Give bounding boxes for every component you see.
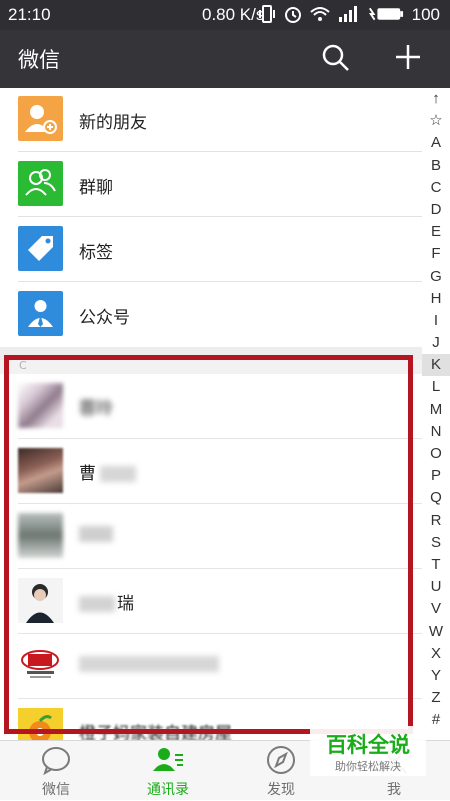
- index-letter[interactable]: B: [422, 155, 450, 177]
- status-bar: 21:10 0.80 K/s 100: [0, 0, 450, 30]
- contact-row[interactable]: 曹: [0, 439, 422, 504]
- chat-icon: [42, 747, 70, 775]
- contact-name: 橙子妈家装自建房屋: [79, 724, 232, 740]
- battery-icon: [368, 7, 404, 21]
- vibrate-icon: [259, 5, 275, 23]
- index-letter[interactable]: A: [422, 132, 450, 154]
- status-icons: [258, 4, 404, 24]
- alphabet-index-bar[interactable]: ↑ ☆ A B C D E F G H I J K L M N O P Q R S T U V W X Y Z #: [422, 88, 450, 740]
- index-letter[interactable]: F: [422, 243, 450, 265]
- new-friends-label: 新的朋友: [79, 113, 147, 133]
- contact-name: [79, 524, 113, 544]
- contact-name: 曹: [79, 459, 136, 484]
- contacts-icon: [153, 748, 183, 771]
- avatar: [18, 513, 63, 558]
- watermark-logo: 百科全说 助你轻松解决: [310, 726, 426, 776]
- status-time: 21:10: [8, 5, 51, 24]
- divider: [18, 151, 422, 152]
- tab-label: 发现: [267, 782, 295, 798]
- contact-name: [79, 654, 219, 674]
- add-icon[interactable]: [392, 41, 424, 73]
- index-letter[interactable]: #: [422, 709, 450, 731]
- section-header: C: [0, 360, 422, 374]
- index-letter[interactable]: V: [422, 598, 450, 620]
- index-letter[interactable]: K: [422, 354, 450, 377]
- index-letter[interactable]: X: [422, 643, 450, 665]
- index-letter[interactable]: E: [422, 221, 450, 243]
- index-letter[interactable]: R: [422, 510, 450, 532]
- index-letter[interactable]: O: [422, 443, 450, 465]
- contact-row[interactable]: [0, 504, 422, 569]
- tab-contacts[interactable]: 通讯录: [112, 741, 224, 801]
- avatar: [18, 383, 63, 428]
- battery-level: 100: [411, 5, 440, 24]
- compass-icon: [267, 746, 295, 774]
- net-speed: 0.80 K/s: [202, 5, 265, 24]
- app-bar: 微信: [0, 30, 450, 88]
- contact-name: 蓉玲: [79, 399, 113, 419]
- group-chats-label: 群聊: [79, 178, 113, 198]
- official-account-icon: [18, 291, 63, 336]
- avatar: [18, 448, 63, 493]
- wifi-icon: [310, 7, 330, 21]
- signal-icon: [339, 6, 357, 22]
- index-letter[interactable]: J: [422, 332, 450, 354]
- watermark-subtitle: 助你轻松解决: [335, 760, 401, 773]
- watermark-title: 百科全说: [326, 733, 410, 757]
- index-letter[interactable]: U: [422, 576, 450, 598]
- contact-row[interactable]: 蓉玲: [0, 374, 422, 439]
- tab-label: 我: [387, 782, 401, 798]
- index-letter[interactable]: T: [422, 554, 450, 576]
- tags-item[interactable]: 标签: [0, 218, 422, 282]
- add-person-icon: [18, 96, 63, 141]
- index-letter[interactable]: N: [422, 421, 450, 443]
- avatar: [18, 708, 63, 740]
- contacts-list: 新的朋友 群聊 标签 公众号 C 蓉玲 曹 瑞 橙子妈家装自建房屋: [0, 88, 422, 740]
- index-letter[interactable]: D: [422, 199, 450, 221]
- index-letter[interactable]: I: [422, 310, 450, 332]
- contact-row[interactable]: [0, 634, 422, 699]
- divider: [18, 216, 422, 217]
- index-letter[interactable]: ↑: [422, 88, 450, 110]
- tag-icon: [18, 226, 63, 271]
- index-letter[interactable]: W: [422, 621, 450, 643]
- group-chats-item[interactable]: 群聊: [0, 153, 422, 217]
- new-friends-item[interactable]: 新的朋友: [0, 88, 422, 152]
- page-title: 微信: [18, 48, 60, 72]
- avatar: [18, 578, 63, 623]
- tab-label: 微信: [42, 782, 70, 798]
- section-gap: [0, 347, 422, 360]
- divider: [18, 281, 422, 282]
- index-letter[interactable]: G: [422, 266, 450, 288]
- contact-name: 瑞: [79, 589, 134, 614]
- index-letter[interactable]: Y: [422, 665, 450, 687]
- avatar: [18, 643, 63, 688]
- index-letter[interactable]: P: [422, 465, 450, 487]
- official-accounts-label: 公众号: [79, 308, 130, 328]
- index-letter[interactable]: H: [422, 288, 450, 310]
- index-letter[interactable]: M: [422, 399, 450, 421]
- tab-chats[interactable]: 微信: [0, 741, 112, 801]
- index-letter[interactable]: L: [422, 376, 450, 398]
- search-icon[interactable]: [320, 42, 352, 74]
- group-icon: [18, 161, 63, 206]
- contact-row[interactable]: 瑞: [0, 569, 422, 634]
- index-letter[interactable]: Q: [422, 487, 450, 509]
- tags-label: 标签: [79, 243, 113, 263]
- tab-label: 通讯录: [147, 782, 189, 798]
- index-letter[interactable]: S: [422, 532, 450, 554]
- index-letter[interactable]: ☆: [422, 110, 450, 132]
- alarm-icon: [285, 7, 301, 23]
- index-letter[interactable]: Z: [422, 687, 450, 709]
- index-letter[interactable]: C: [422, 177, 450, 199]
- official-accounts-item[interactable]: 公众号: [0, 283, 422, 347]
